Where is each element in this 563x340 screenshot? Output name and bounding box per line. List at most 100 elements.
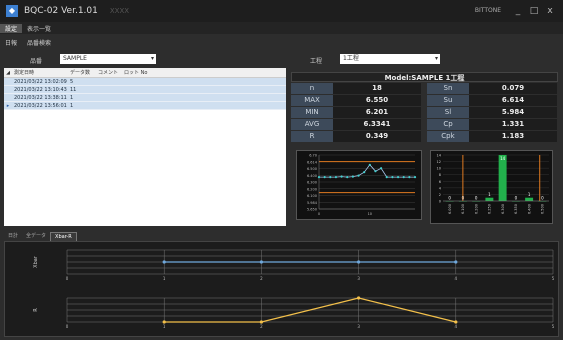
trend-chart-svg: 6.70 6.614 6.500 6.400 6.300 6.200 6.100 5.984 5…: [307, 154, 417, 216]
stat-row: MIN 6.201 Sl 5.984: [291, 107, 558, 118]
bar-data-label: 0: [475, 196, 478, 201]
sort-indicator-icon: ◢: [6, 70, 10, 76]
title-bar: ◆ BQC-02 Ver.1.01 XXXX BITTONE _ □ x: [0, 0, 563, 22]
column-header-count[interactable]: データ数: [70, 68, 98, 77]
close-button[interactable]: x: [543, 4, 557, 18]
histogram-bar: [485, 197, 494, 201]
stat-value: 1.331: [469, 119, 557, 130]
bar-data-label: 14: [500, 156, 506, 161]
y-tick-label: 6.614: [307, 160, 318, 164]
x-tick-label: 3: [357, 276, 360, 281]
cell-comment: [98, 78, 124, 85]
x-tick-label: 5: [552, 324, 555, 329]
tab-item-search[interactable]: 品番検索: [22, 38, 56, 47]
window-title: BQC-02 Ver.1.01: [24, 6, 98, 16]
x-tick-label: 2: [260, 276, 263, 281]
cell-date: 2021/03/22 13:38:11: [14, 95, 67, 101]
measurement-table[interactable]: ◢ 測定日時 データ数 コメント ロット No 2021/03/22 13:02…: [4, 68, 286, 226]
cell-count: 5: [70, 79, 74, 85]
y-tick-label: 5.650: [307, 208, 317, 212]
y-tick-label: 6.300: [307, 181, 317, 185]
item-select-value: SAMPLE: [63, 55, 87, 62]
trend-point: [351, 175, 354, 178]
x-tick-label: 4: [455, 324, 458, 329]
cell-comment: [98, 102, 124, 109]
x-tick-label: 6.200: [474, 204, 478, 214]
histogram-chart-svg: 1412108642006.00006.10006.20016.250146.3…: [437, 154, 549, 214]
stat-value: 6.3341: [333, 119, 421, 130]
stat-key: AVG: [291, 119, 333, 130]
item-select[interactable]: SAMPLE ▾: [60, 54, 156, 64]
stat-value: 5.984: [469, 107, 557, 118]
column-header-comment[interactable]: コメント: [98, 68, 124, 77]
trend-point: [346, 175, 349, 179]
x-tick-label: 10: [368, 212, 372, 216]
stat-row: n 18 Sn 0.079: [291, 83, 558, 94]
process-select[interactable]: 1工程 ▾: [340, 54, 440, 64]
y-tick-label: 6.100: [307, 194, 317, 198]
y-tick-label: 12: [437, 160, 441, 164]
stat-key: Su: [427, 95, 469, 106]
trend-point: [374, 170, 377, 173]
bar-data-label: 1: [488, 192, 491, 197]
table-row[interactable]: 2021/03/22 13:02:09 5: [4, 78, 286, 86]
y-tick-label: 5.984: [307, 201, 318, 205]
trend-point: [380, 167, 383, 170]
tab-daily-total[interactable]: 日計: [4, 232, 22, 241]
y-tick-label: 10: [437, 167, 441, 171]
stat-key: Cpk: [427, 131, 469, 142]
y-tick-label: 6.500: [307, 167, 317, 171]
cell-count: 11: [70, 87, 77, 93]
cell-date: 2021/03/22 13:02:09: [14, 79, 67, 85]
column-header-date[interactable]: 測定日時: [12, 68, 70, 77]
app-window: ◆ BQC-02 Ver.1.01 XXXX BITTONE _ □ x 設定 …: [0, 0, 563, 340]
bar-data-label: 1: [528, 192, 531, 197]
x-tick-label: 6.000: [448, 204, 452, 214]
item-label: 品番: [30, 58, 43, 65]
stat-key: Cp: [427, 119, 469, 130]
y-tick-label: 6.200: [307, 187, 317, 191]
y-tick-label: 2: [439, 193, 441, 197]
trend-point: [385, 175, 388, 179]
trend-point: [323, 175, 326, 179]
x-tick-label: 1: [163, 324, 166, 329]
trend-point: [334, 175, 338, 179]
cell-lot: [124, 102, 150, 109]
x-tick-label: 6.400: [527, 204, 531, 214]
xbar-point: [259, 260, 263, 264]
trend-point: [357, 174, 360, 177]
x-tick-label: 3: [357, 324, 360, 329]
cell-lot: [124, 78, 150, 85]
table-header: ◢ 測定日時 データ数 コメント ロット No: [4, 68, 286, 78]
x-tick-label: 6.500: [541, 204, 545, 214]
x-tick-label: 6.300: [501, 204, 505, 214]
table-row[interactable]: 2021/03/22 13:10:43 11: [4, 86, 286, 94]
histogram-bar: [498, 155, 507, 201]
x-tick-label: 6.100: [461, 204, 465, 214]
stat-value: 6.201: [333, 107, 421, 118]
stat-key: MAX: [291, 95, 333, 106]
current-row-arrow-icon: ▸: [6, 103, 10, 109]
menu-item-view-list[interactable]: 表示一覧: [22, 24, 56, 33]
minimize-button[interactable]: _: [511, 4, 525, 18]
xbar-axis-label: Xbar: [33, 255, 39, 268]
column-header-lot[interactable]: ロット No: [124, 68, 150, 77]
trend-chart: 6.70 6.614 6.500 6.400 6.300 6.200 6.100 5.984 5…: [296, 150, 422, 220]
process-label: 工程: [310, 58, 323, 65]
maximize-button[interactable]: □: [527, 4, 541, 18]
tab-xbar-r[interactable]: Xbar-R: [50, 232, 77, 241]
tab-all-data[interactable]: 全データ: [22, 232, 50, 241]
chevron-down-icon: ▾: [434, 55, 438, 62]
bar-data-label: 0: [448, 196, 451, 201]
cell-date: 2021/03/22 13:10:43: [14, 87, 67, 93]
stat-value: 0.349: [333, 131, 421, 142]
bar-data-label: 0: [541, 196, 544, 201]
title-ghost-text: XXXX: [109, 7, 130, 15]
table-row[interactable]: 2021/03/22 13:38:11 1: [4, 94, 286, 102]
cell-lot: [124, 86, 150, 93]
table-row[interactable]: ▸ 2021/03/22 13:56:01 1: [4, 102, 286, 110]
menu-item-settings[interactable]: 設定: [0, 23, 23, 33]
tab-daily-report[interactable]: 日報: [0, 38, 22, 47]
x-tick-label: 1: [163, 276, 166, 281]
bar-data-label: 0: [515, 196, 518, 201]
